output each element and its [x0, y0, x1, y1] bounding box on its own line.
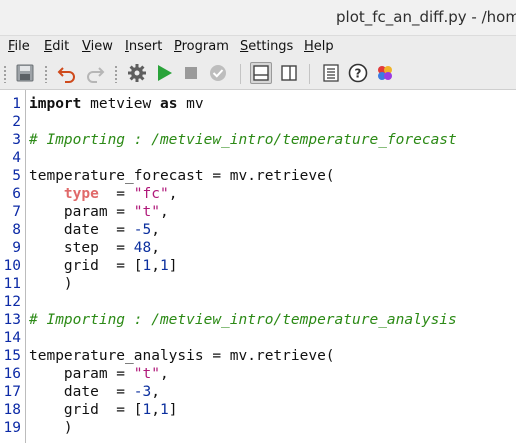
line-number: 11	[3, 276, 21, 292]
menu-program[interactable]: Program	[174, 39, 229, 54]
toolbar-grip[interactable]	[3, 65, 7, 83]
line-number: 8	[12, 222, 21, 238]
toolbar-grip[interactable]	[114, 65, 118, 83]
palette-icon[interactable]	[374, 62, 396, 84]
code-line: grid = [1,1]	[29, 258, 178, 274]
menu-file[interactable]: File	[8, 39, 30, 54]
menu-view[interactable]: View	[82, 39, 113, 54]
line-number: 13	[3, 312, 21, 328]
line-number-gutter: 1 2 3 4 5 6 7 8 9 10 11 12 13 14 15 16 1…	[0, 90, 26, 443]
code-line: type = "fc",	[63, 186, 178, 202]
line-number: 18	[3, 402, 21, 418]
code-line: )	[29, 276, 73, 292]
menu-insert[interactable]: Insert	[125, 39, 162, 54]
line-number: 9	[12, 240, 21, 256]
menu-edit[interactable]: Edit	[44, 39, 69, 54]
code-comment: # Importing : /metview_intro/temperature…	[29, 132, 457, 148]
line-number: 15	[3, 348, 21, 364]
line-number: 7	[12, 204, 21, 220]
help-icon[interactable]: ?	[347, 62, 369, 84]
settings-icon[interactable]	[126, 62, 148, 84]
run-icon[interactable]	[153, 62, 175, 84]
toolbar-separator	[240, 64, 241, 84]
code-line: temperature_forecast = mv.retrieve(	[29, 168, 335, 184]
line-number: 10	[3, 258, 21, 274]
line-number: 17	[3, 384, 21, 400]
code-editor[interactable]: 1 2 3 4 5 6 7 8 9 10 11 12 13 14 15 16 1…	[0, 90, 516, 443]
toolbar-grip[interactable]	[44, 65, 48, 83]
code-line: param = "t",	[29, 204, 169, 220]
line-number: 2	[12, 114, 21, 130]
menu-bar: File Edit View Insert Program Settings H…	[0, 36, 516, 58]
line-number: 1	[12, 96, 21, 112]
svg-text:?: ?	[355, 67, 362, 81]
redo-icon[interactable]	[84, 62, 106, 84]
line-number: 12	[3, 294, 21, 310]
window-title: plot_fc_an_diff.py - /home	[336, 8, 516, 26]
line-number: 19	[3, 420, 21, 436]
code-line: )	[29, 420, 73, 436]
title-bar: plot_fc_an_diff.py - /home	[0, 0, 516, 36]
code-comment: # Importing : /metview_intro/temperature…	[29, 312, 457, 328]
code-line: import metview as mv	[29, 96, 204, 112]
line-number: 5	[12, 168, 21, 184]
code-line: date = -3,	[29, 384, 160, 400]
outline-icon[interactable]	[320, 62, 342, 84]
split-vertical-icon[interactable]	[278, 62, 300, 84]
stop-icon[interactable]	[180, 62, 202, 84]
check-icon[interactable]	[207, 62, 229, 84]
toolbar: ?	[0, 58, 516, 90]
code-line: temperature_analysis = mv.retrieve(	[29, 348, 335, 364]
line-number: 4	[12, 150, 21, 166]
undo-icon[interactable]	[56, 62, 78, 84]
line-number: 16	[3, 366, 21, 382]
code-line: grid = [1,1]	[29, 402, 178, 418]
code-line: date = -5,	[29, 222, 160, 238]
toolbar-separator	[309, 64, 310, 84]
menu-help[interactable]: Help	[304, 39, 334, 54]
save-icon[interactable]	[14, 62, 36, 84]
line-number: 6	[12, 186, 21, 202]
code-line: param = "t",	[29, 366, 169, 382]
menu-settings[interactable]: Settings	[240, 39, 293, 54]
line-number: 14	[3, 330, 21, 346]
split-horizontal-icon[interactable]	[250, 62, 272, 84]
line-number: 3	[12, 132, 21, 148]
code-line: step = 48,	[29, 240, 160, 256]
